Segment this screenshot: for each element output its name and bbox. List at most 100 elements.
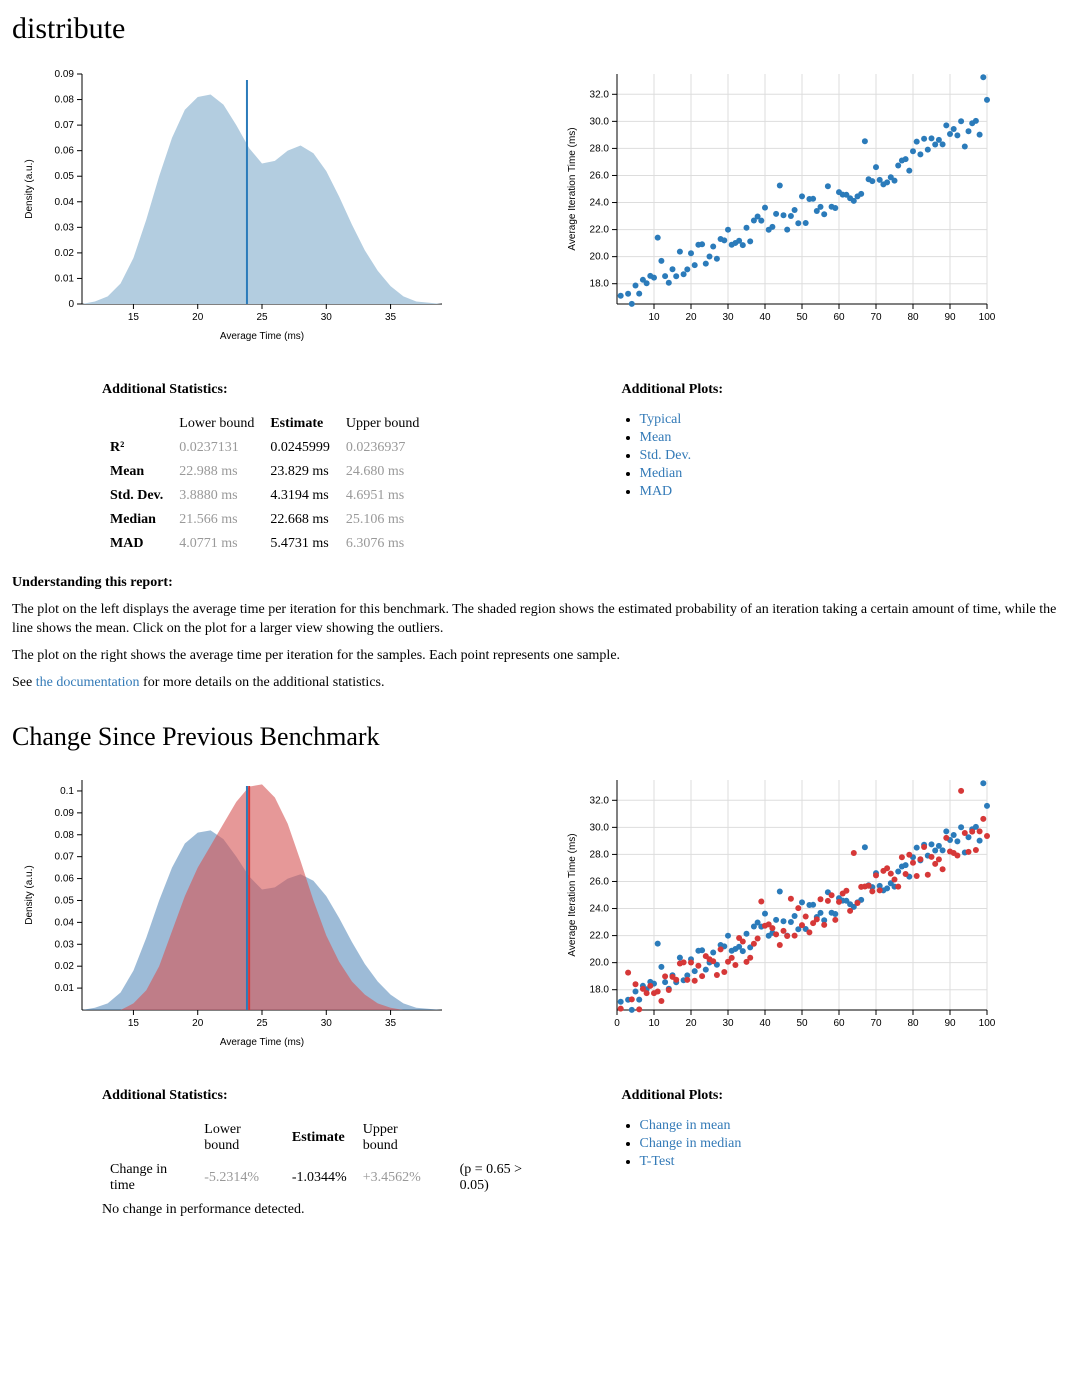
svg-text:30: 30: [722, 312, 734, 323]
col-estimate: Estimate: [262, 412, 338, 436]
svg-text:20: 20: [192, 312, 204, 323]
svg-text:10: 10: [648, 1018, 660, 1029]
svg-text:0.03: 0.03: [55, 222, 75, 233]
link-change-mean[interactable]: Change in mean: [640, 1118, 731, 1133]
svg-text:25: 25: [256, 1018, 268, 1029]
svg-text:0.06: 0.06: [55, 146, 75, 157]
row-change-time: Change in time: [102, 1158, 196, 1198]
page-title: distribute: [12, 12, 1071, 46]
row-std: Std. Dev.: [102, 484, 171, 508]
understanding-heading: Understanding this report:: [12, 575, 173, 590]
svg-text:90: 90: [944, 1018, 956, 1029]
svg-text:0.06: 0.06: [55, 874, 75, 885]
svg-text:35: 35: [385, 312, 397, 323]
svg-text:30: 30: [321, 1018, 333, 1029]
svg-text:0.09: 0.09: [55, 808, 75, 819]
svg-text:20: 20: [685, 1018, 697, 1029]
link-mean[interactable]: Mean: [640, 430, 672, 445]
svg-text:0.08: 0.08: [55, 830, 75, 841]
svg-text:18.0: 18.0: [589, 279, 609, 290]
row-mean: Mean: [102, 460, 171, 484]
link-mad[interactable]: MAD: [640, 484, 673, 499]
svg-text:50: 50: [796, 312, 808, 323]
change-verdict: No change in performance detected.: [102, 1202, 552, 1218]
scatter-chart-compare[interactable]: 010203040506070809010018.020.022.024.026…: [557, 770, 997, 1060]
svg-text:20.0: 20.0: [589, 252, 609, 263]
svg-text:0.05: 0.05: [55, 896, 75, 907]
svg-text:26.0: 26.0: [589, 170, 609, 181]
svg-text:20: 20: [685, 312, 697, 323]
svg-text:0.09: 0.09: [55, 69, 75, 80]
svg-text:70: 70: [870, 1018, 882, 1029]
svg-text:Density (a.u.): Density (a.u.): [24, 866, 35, 925]
svg-text:24.0: 24.0: [589, 904, 609, 915]
svg-text:Density (a.u.): Density (a.u.): [24, 159, 35, 218]
svg-text:22.0: 22.0: [589, 225, 609, 236]
svg-text:15: 15: [128, 312, 140, 323]
svg-text:Average Iteration Time (ms): Average Iteration Time (ms): [567, 127, 578, 250]
svg-text:0: 0: [614, 1018, 620, 1029]
link-documentation[interactable]: the documentation: [36, 675, 140, 690]
section2-title: Change Since Previous Benchmark: [12, 722, 1071, 752]
svg-text:30: 30: [722, 1018, 734, 1029]
link-typical[interactable]: Typical: [640, 412, 682, 427]
svg-text:60: 60: [833, 1018, 845, 1029]
col-estimate-2: Estimate: [284, 1118, 355, 1158]
col-upper-2: Upper bound: [355, 1118, 442, 1158]
svg-text:0.08: 0.08: [55, 95, 75, 106]
svg-text:0.04: 0.04: [55, 918, 75, 929]
scatter-chart-current[interactable]: 10203040506070809010018.020.022.024.026.…: [557, 64, 997, 354]
understanding-p2: The plot on the right shows the average …: [12, 647, 1071, 666]
additional-plots-heading: Additional Plots:: [622, 382, 1072, 398]
svg-text:0.04: 0.04: [55, 197, 75, 208]
svg-text:70: 70: [870, 312, 882, 323]
svg-text:0.05: 0.05: [55, 171, 75, 182]
col-upper: Upper bound: [338, 412, 428, 436]
svg-text:20.0: 20.0: [589, 958, 609, 969]
additional-stats-heading: Additional Statistics:: [102, 382, 552, 398]
svg-text:25: 25: [256, 312, 268, 323]
svg-text:Average Time (ms): Average Time (ms): [220, 1037, 304, 1048]
svg-text:0.02: 0.02: [55, 962, 75, 973]
svg-text:20: 20: [192, 1018, 204, 1029]
svg-text:100: 100: [978, 312, 995, 323]
col-lower-2: Lower bound: [196, 1118, 284, 1158]
additional-stats-heading-2: Additional Statistics:: [102, 1088, 552, 1104]
svg-text:40: 40: [759, 312, 771, 323]
p-value: (p = 0.65 > 0.05): [442, 1158, 552, 1198]
col-lower: Lower bound: [171, 412, 262, 436]
svg-text:30: 30: [321, 312, 333, 323]
svg-text:0.01: 0.01: [55, 273, 75, 284]
pdf-chart-current[interactable]: 15 20 25 30 35 0 0.01 0.02 0.03 0.04 0.05 0.06 0.07 0…: [12, 64, 452, 354]
svg-text:100: 100: [978, 1018, 995, 1029]
svg-text:Average Iteration Time (ms): Average Iteration Time (ms): [567, 834, 578, 957]
pdf-chart-compare[interactable]: 15202530350.010.020.030.040.050.060.070.…: [12, 770, 452, 1060]
svg-text:10: 10: [648, 312, 660, 323]
svg-text:15: 15: [128, 1018, 140, 1029]
svg-text:30.0: 30.0: [589, 823, 609, 834]
svg-text:32.0: 32.0: [589, 89, 609, 100]
change-stats-table: Lower bound Estimate Upper bound Change …: [102, 1118, 552, 1198]
link-ttest[interactable]: T-Test: [640, 1154, 675, 1169]
svg-text:0.03: 0.03: [55, 940, 75, 951]
link-std[interactable]: Std. Dev.: [640, 448, 692, 463]
svg-text:0.07: 0.07: [55, 852, 75, 863]
link-median[interactable]: Median: [640, 466, 683, 481]
svg-text:50: 50: [796, 1018, 808, 1029]
svg-text:0.07: 0.07: [55, 120, 75, 131]
svg-text:40: 40: [759, 1018, 771, 1029]
svg-text:0.02: 0.02: [55, 248, 75, 259]
svg-text:0.01: 0.01: [55, 984, 75, 995]
row-median: Median: [102, 508, 171, 532]
svg-text:0: 0: [68, 299, 74, 310]
understanding-p3: See the documentation for more details o…: [12, 674, 1071, 693]
svg-text:80: 80: [907, 312, 919, 323]
row-mad: MAD: [102, 532, 171, 556]
link-change-median[interactable]: Change in median: [640, 1136, 742, 1151]
svg-text:26.0: 26.0: [589, 877, 609, 888]
svg-text:22.0: 22.0: [589, 931, 609, 942]
svg-text:30.0: 30.0: [589, 116, 609, 127]
svg-text:Average Time (ms): Average Time (ms): [220, 331, 304, 342]
svg-text:18.0: 18.0: [589, 985, 609, 996]
svg-text:28.0: 28.0: [589, 850, 609, 861]
